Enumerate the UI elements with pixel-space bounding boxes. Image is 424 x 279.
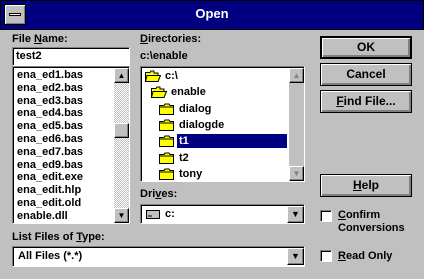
system-menu-icon[interactable]: [4, 4, 26, 25]
directory-item-c[interactable]: c:\: [163, 69, 180, 83]
directory-item-dialogde[interactable]: dialogde: [177, 118, 226, 132]
file-list-item[interactable]: ena_ed3.bas: [17, 95, 83, 107]
folder-icon: [159, 103, 175, 115]
cancel-button[interactable]: Cancel: [320, 63, 412, 86]
file-list-scrollbar[interactable]: [114, 68, 129, 223]
folder-icon: [159, 135, 175, 148]
file-scroll-thumb[interactable]: [114, 123, 129, 138]
folder-icon: [159, 119, 175, 131]
file-list-item[interactable]: enable.dll: [17, 210, 68, 222]
folder-icon: [159, 152, 175, 164]
file-list-item[interactable]: ena_edit.exe: [17, 171, 83, 183]
file-list-item[interactable]: ena_ed1.bas: [17, 69, 83, 81]
list-type-value: All Files (*.*): [18, 250, 83, 262]
directories-label: Directories:: [140, 33, 202, 45]
directory-list[interactable]: c:\ enable dialog dialogde t1 t2 tony ▲ ▼: [140, 66, 305, 182]
current-directory-path: c:\enable: [140, 50, 188, 62]
confirm-conversions-checkbox[interactable]: [320, 210, 332, 222]
file-scroll-up-button[interactable]: ▲: [114, 68, 129, 83]
list-type-select[interactable]: All Files (*.*) ▼: [12, 246, 305, 267]
directory-item-dialog[interactable]: dialog: [177, 102, 213, 116]
directory-item-t1[interactable]: t1: [176, 133, 288, 150]
find-file-button[interactable]: Find File...: [320, 90, 412, 113]
hard-drive-icon: [146, 210, 160, 219]
drives-dropdown-button[interactable]: ▼: [287, 206, 304, 223]
file-name-value: test2: [16, 50, 42, 62]
folder-icon: [159, 168, 175, 180]
file-name-label: File Name:: [12, 33, 68, 45]
read-only-checkbox[interactable]: [320, 250, 332, 262]
ok-button[interactable]: OK: [320, 36, 412, 59]
help-button[interactable]: Help: [320, 174, 412, 197]
file-name-input[interactable]: test2: [12, 47, 130, 66]
directory-scrollbar: [289, 68, 304, 181]
file-list-item[interactable]: ena_ed5.bas: [17, 120, 83, 132]
file-list-item[interactable]: ena_ed6.bas: [17, 133, 83, 145]
list-type-label: List Files of Type:: [12, 231, 105, 243]
dir-scroll-up-button: ▲: [289, 68, 304, 83]
drives-select[interactable]: c: ▼: [140, 204, 305, 224]
directory-item-enable[interactable]: enable: [169, 85, 208, 99]
dir-scroll-down-button: ▼: [289, 166, 304, 181]
file-scroll-down-button[interactable]: ▼: [114, 208, 129, 223]
file-list-item[interactable]: ena_ed9.bas: [17, 159, 83, 171]
folder-open-icon: [150, 86, 168, 99]
drives-value: c:: [165, 208, 175, 220]
confirm-conversions-label[interactable]: Confirm Conversions: [338, 209, 405, 235]
file-list-item[interactable]: ena_edit.old: [17, 197, 81, 209]
drives-label: Drives:: [140, 188, 178, 200]
file-list[interactable]: ena_ed1.bas ena_ed2.bas ena_ed3.bas ena_ed4…: [12, 66, 130, 224]
read-only-label[interactable]: Read Only: [338, 250, 392, 262]
file-list-item[interactable]: ena_ed2.bas: [17, 82, 83, 94]
file-list-item[interactable]: ena_ed4.bas: [17, 107, 83, 119]
directory-item-tony[interactable]: tony: [177, 167, 204, 181]
file-list-item[interactable]: ena_edit.hlp: [17, 184, 81, 196]
file-list-item[interactable]: ena_ed7.bas: [17, 146, 83, 158]
folder-open-icon: [144, 70, 162, 82]
directory-item-t2[interactable]: t2: [177, 151, 191, 165]
list-type-dropdown-button[interactable]: ▼: [287, 248, 304, 265]
window-title: Open: [195, 6, 229, 21]
